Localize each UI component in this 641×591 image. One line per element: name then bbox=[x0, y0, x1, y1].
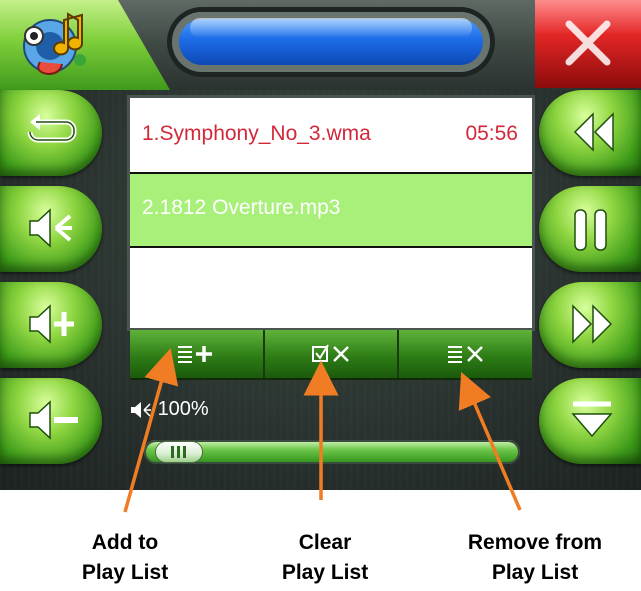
remove-callout-arrow bbox=[458, 371, 522, 511]
remove-callout-line1: Remove from bbox=[467, 531, 603, 554]
add-callout-arrow bbox=[123, 348, 179, 513]
clear-callout-line2: Play List bbox=[281, 561, 369, 584]
callout-arrows bbox=[123, 348, 522, 513]
remove-callout-line2: Play List bbox=[491, 561, 579, 584]
add-callout-line2: Play List bbox=[81, 561, 169, 584]
clear-callout-line1: Clear bbox=[298, 531, 352, 554]
remove-callout-label: Remove from Play List bbox=[440, 528, 630, 588]
add-callout-label: Add to Play List bbox=[55, 528, 195, 588]
add-callout-line1: Add to bbox=[91, 531, 159, 554]
clear-callout-label: Clear Play List bbox=[255, 528, 395, 588]
